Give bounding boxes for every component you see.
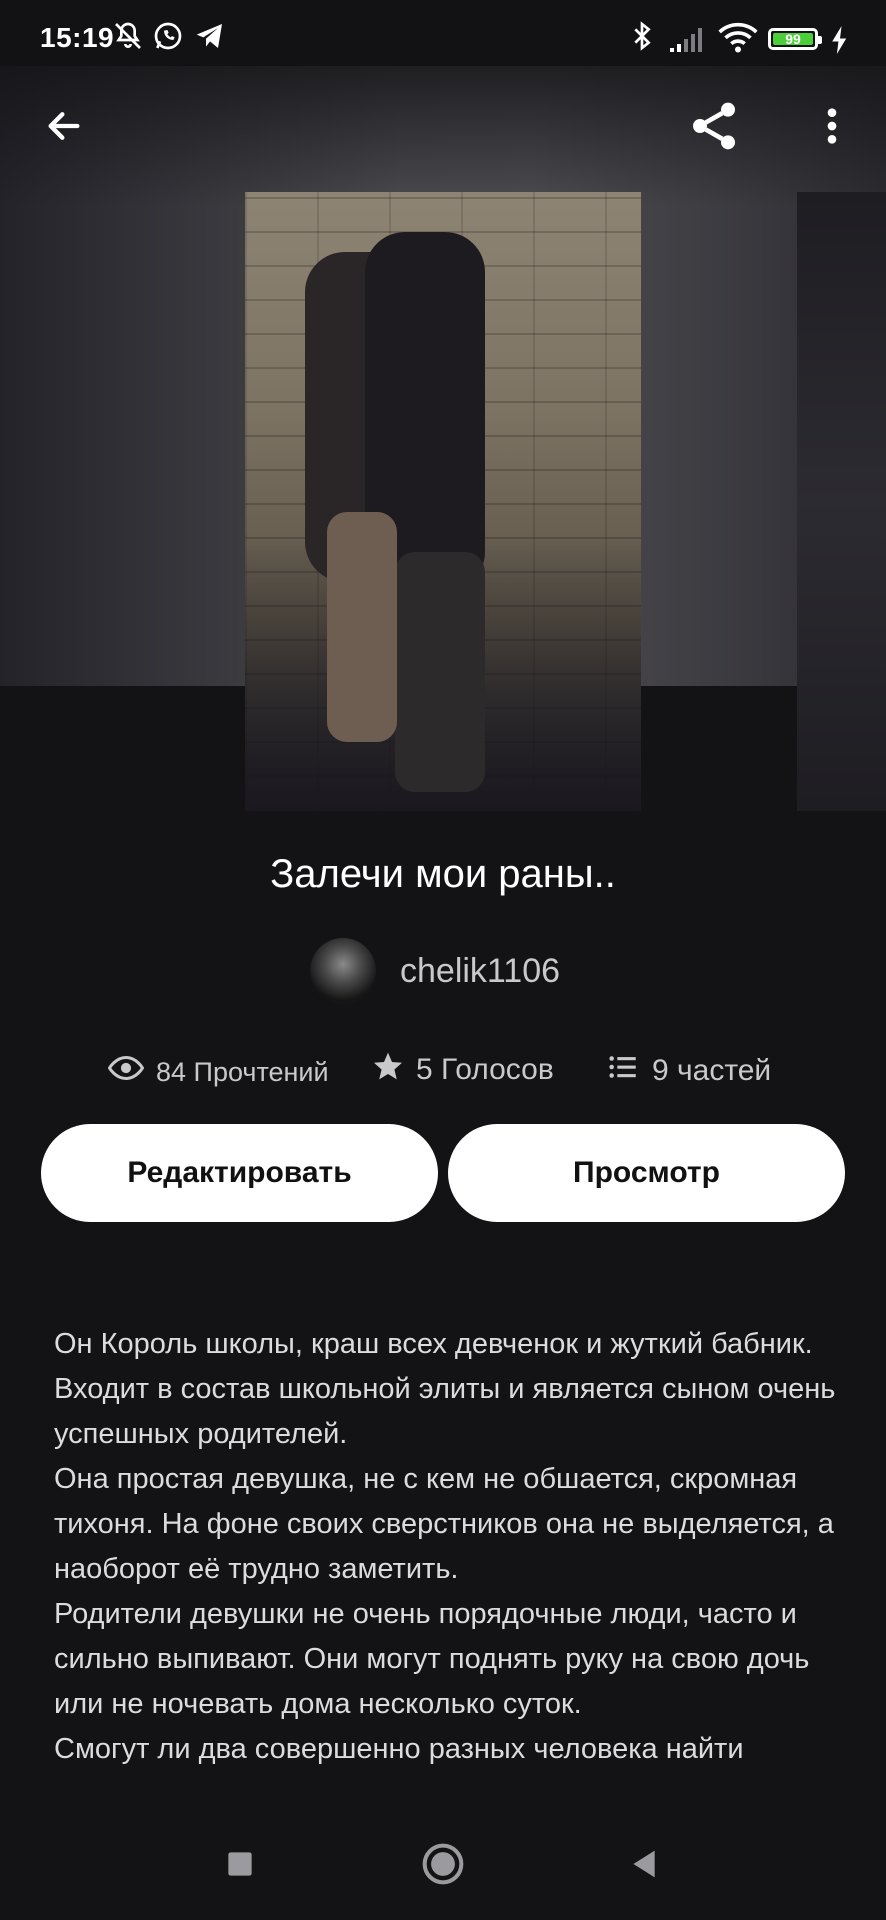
bell-off-icon — [112, 20, 144, 57]
story-cover-image[interactable] — [245, 192, 641, 811]
more-vertical-icon — [826, 106, 838, 151]
share-button[interactable] — [678, 92, 750, 164]
description-paragraph: Он Король школы, краш всех девченок и жу… — [54, 1328, 836, 1450]
charging-icon — [830, 26, 850, 59]
story-title: Залечи мои раны.. — [270, 852, 616, 896]
view-button[interactable]: Просмотр — [448, 1124, 845, 1222]
eye-icon — [107, 1050, 156, 1094]
edit-button[interactable]: Редактировать — [41, 1124, 438, 1222]
battery-icon: 99 — [768, 28, 822, 50]
home-button[interactable] — [411, 1834, 475, 1898]
system-nav-bar — [0, 1812, 886, 1920]
recents-button[interactable] — [208, 1834, 272, 1898]
status-bar: 15:19 99 — [0, 0, 886, 66]
description-paragraph: Родители девушки не очень порядочные люд… — [54, 1598, 810, 1720]
description-paragraph: Она простая девушка, не с кем не обшаетс… — [54, 1463, 834, 1585]
author-link[interactable]: chelik1106 — [310, 936, 560, 1006]
more-options-button[interactable] — [796, 92, 868, 164]
votes-count: 5 Голосов — [416, 1053, 554, 1086]
next-story-cover[interactable] — [797, 192, 886, 811]
story-description: Он Король школы, краш всех девченок и жу… — [54, 1322, 854, 1772]
list-icon — [606, 1050, 652, 1092]
description-paragraph: Смогут ли два совершенно разных человека… — [54, 1733, 744, 1765]
whatsapp-icon — [152, 20, 184, 57]
telegram-icon — [194, 20, 226, 57]
parts-stat: 9 частей — [606, 1050, 771, 1092]
back-button[interactable] — [28, 92, 100, 164]
back-nav-button[interactable] — [612, 1834, 676, 1898]
signal-icon — [668, 24, 708, 59]
arrow-left-icon — [44, 106, 84, 151]
status-time: 15:19 — [40, 22, 115, 53]
bluetooth-icon — [626, 20, 658, 57]
votes-stat: 5 Голосов — [372, 1050, 554, 1090]
author-name[interactable]: chelik1106 — [400, 952, 560, 991]
battery-level: 99 — [773, 32, 813, 46]
wifi-icon — [718, 20, 758, 59]
reads-stat: 84 Прочтений — [107, 1050, 329, 1094]
parts-count: 9 частей — [652, 1054, 772, 1087]
share-icon — [686, 98, 742, 159]
reads-count: 84 Прочтений — [156, 1056, 329, 1087]
recents-square-icon — [226, 1850, 254, 1883]
home-circle-icon — [421, 1842, 465, 1891]
back-triangle-icon — [628, 1848, 660, 1885]
avatar[interactable] — [310, 938, 376, 1004]
star-icon — [372, 1050, 416, 1090]
story-stats: 84 Прочтений 5 Голосов 9 частей — [0, 1046, 886, 1092]
